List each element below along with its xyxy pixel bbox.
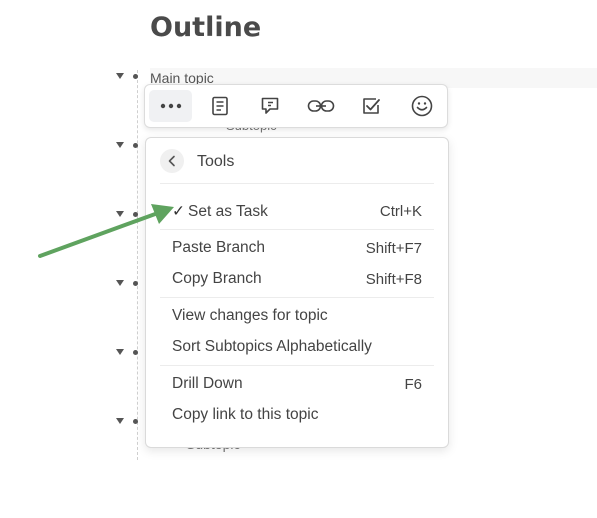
annotation-arrow [38,204,174,258]
